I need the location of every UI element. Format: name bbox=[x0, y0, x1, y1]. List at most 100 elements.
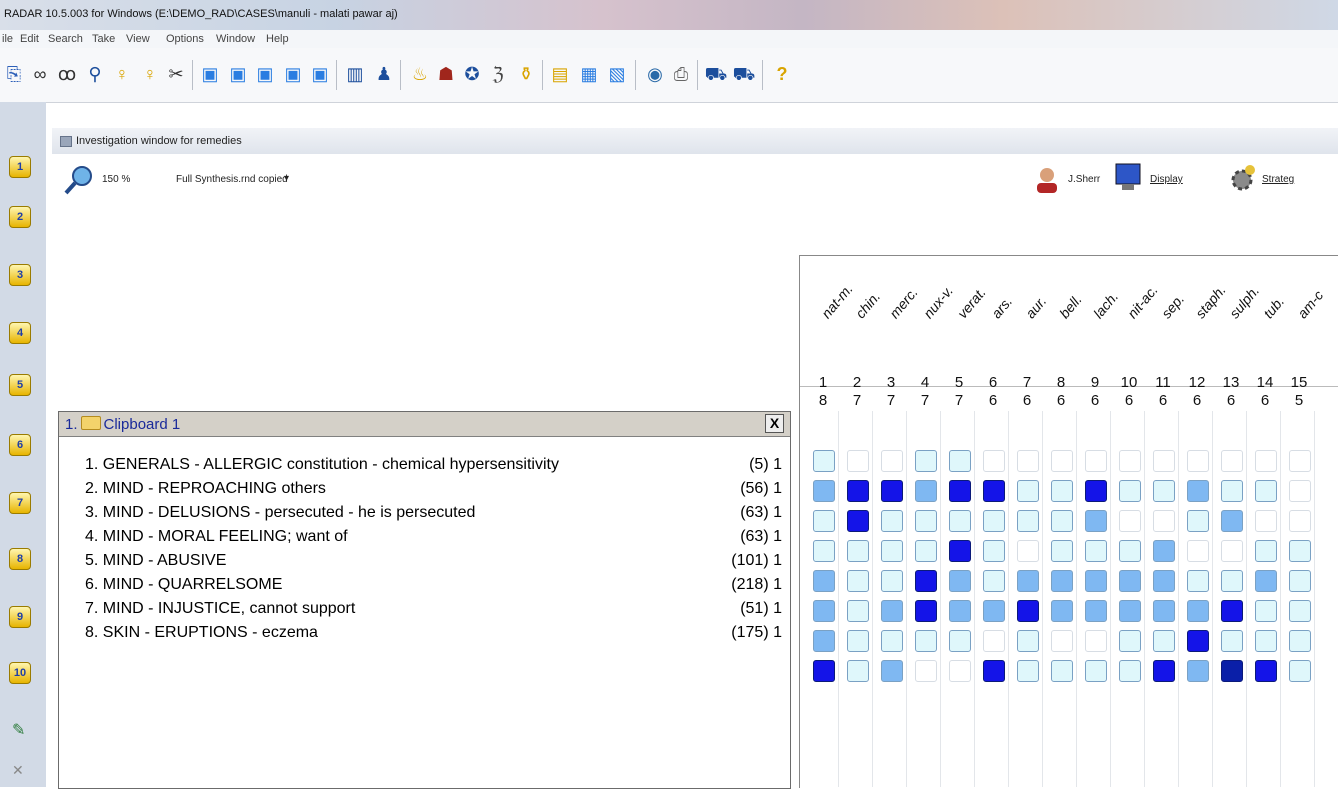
grade-cell[interactable] bbox=[1085, 630, 1107, 652]
grade-cell[interactable] bbox=[1255, 480, 1277, 502]
grade-cell[interactable] bbox=[1221, 450, 1243, 472]
grade-cell[interactable] bbox=[813, 510, 835, 532]
rubric-row[interactable]: 3. MIND - DELUSIONS - persecuted - he is… bbox=[85, 504, 475, 522]
grade-cell[interactable] bbox=[813, 570, 835, 592]
globe-icon[interactable]: ◉ bbox=[643, 62, 667, 86]
grade-cell[interactable] bbox=[1153, 450, 1175, 472]
grade-cell[interactable] bbox=[1051, 600, 1073, 622]
grade-cell[interactable] bbox=[949, 570, 971, 592]
hat-icon[interactable]: ☗ bbox=[434, 62, 458, 86]
question-bulb-icon[interactable]: ♀ bbox=[138, 62, 162, 86]
grade-cell[interactable] bbox=[1017, 480, 1039, 502]
grade-cell[interactable] bbox=[949, 480, 971, 502]
sidebar-clipboard-5[interactable]: 5 bbox=[9, 374, 31, 396]
tool-icon[interactable]: ✕ bbox=[12, 762, 24, 779]
grade-cell[interactable] bbox=[1051, 570, 1073, 592]
grade-cell[interactable] bbox=[1255, 660, 1277, 682]
grade-cell[interactable] bbox=[1221, 510, 1243, 532]
cars-2-icon[interactable]: ⛟ bbox=[732, 62, 756, 86]
grade-cell[interactable] bbox=[915, 450, 937, 472]
grade-cell[interactable] bbox=[915, 660, 937, 682]
grade-cell[interactable] bbox=[1153, 600, 1175, 622]
grade-cell[interactable] bbox=[1017, 540, 1039, 562]
grade-cell[interactable] bbox=[1187, 450, 1209, 472]
grade-cell[interactable] bbox=[1221, 630, 1243, 652]
grade-cell[interactable] bbox=[915, 510, 937, 532]
rubric-row[interactable]: 7. MIND - INJUSTICE, cannot support bbox=[85, 600, 355, 618]
sidebar-clipboard-8[interactable]: 8 bbox=[9, 548, 31, 570]
grade-cell[interactable] bbox=[1187, 510, 1209, 532]
grade-cell[interactable] bbox=[881, 570, 903, 592]
grade-cell[interactable] bbox=[1187, 570, 1209, 592]
display-icon[interactable] bbox=[1114, 162, 1144, 194]
strategy-button[interactable]: Strateg bbox=[1262, 174, 1294, 185]
grade-cell[interactable] bbox=[915, 600, 937, 622]
sidebar-clipboard-6[interactable]: 6 bbox=[9, 434, 31, 456]
grade-cell[interactable] bbox=[881, 630, 903, 652]
grade-cell[interactable] bbox=[813, 600, 835, 622]
menu-view[interactable]: View bbox=[126, 33, 150, 45]
grade-cell[interactable] bbox=[1051, 630, 1073, 652]
grade-cell[interactable] bbox=[1119, 510, 1141, 532]
grade-cell[interactable] bbox=[949, 660, 971, 682]
chart-icon[interactable]: ▥ bbox=[343, 62, 367, 86]
rubric-row[interactable]: 6. MIND - QUARRELSOME bbox=[85, 576, 282, 594]
grade-cell[interactable] bbox=[1051, 480, 1073, 502]
grade-cell[interactable] bbox=[1119, 540, 1141, 562]
book-icon[interactable]: ▤ bbox=[548, 62, 572, 86]
grade-cell[interactable] bbox=[983, 450, 1005, 472]
menu-edit[interactable]: Edit bbox=[20, 33, 39, 45]
grade-cell[interactable] bbox=[881, 480, 903, 502]
binoculars-icon[interactable]: ∞ bbox=[28, 62, 52, 86]
grade-cell[interactable] bbox=[1153, 480, 1175, 502]
rubric-row[interactable]: 2. MIND - REPROACHING others bbox=[85, 480, 326, 498]
grade-cell[interactable] bbox=[1187, 630, 1209, 652]
grade-cell[interactable] bbox=[813, 450, 835, 472]
grade-cell[interactable] bbox=[1187, 480, 1209, 502]
grade-cell[interactable] bbox=[1289, 480, 1311, 502]
pen-icon[interactable]: ✎ bbox=[12, 720, 25, 740]
menu-search[interactable]: Search bbox=[48, 33, 83, 45]
grade-cell[interactable] bbox=[1085, 660, 1107, 682]
rubric-row[interactable]: 8. SKIN - ERUPTIONS - eczema bbox=[85, 624, 318, 642]
grade-cell[interactable] bbox=[1153, 510, 1175, 532]
grade-cell[interactable] bbox=[1085, 540, 1107, 562]
glasses-icon[interactable]: ꝏ bbox=[55, 62, 79, 86]
user-avatar-icon[interactable] bbox=[1034, 166, 1060, 194]
clipboard-2-icon[interactable]: ▣ bbox=[226, 62, 250, 86]
synthesis-selector[interactable]: Full Synthesis.rnd copied bbox=[176, 174, 288, 185]
rubric-row[interactable]: 5. MIND - ABUSIVE bbox=[85, 552, 226, 570]
menu-help[interactable]: Help bbox=[266, 33, 289, 45]
grade-cell[interactable] bbox=[1255, 630, 1277, 652]
zoom-level[interactable]: 150 % bbox=[102, 174, 130, 185]
grade-cell[interactable] bbox=[847, 450, 869, 472]
grade-cell[interactable] bbox=[949, 600, 971, 622]
grade-cell[interactable] bbox=[1119, 480, 1141, 502]
grade-cell[interactable] bbox=[847, 480, 869, 502]
bottle-icon[interactable]: ⚱ bbox=[514, 62, 538, 86]
sidebar-clipboard-1[interactable]: 1 bbox=[9, 156, 31, 178]
grade-cell[interactable] bbox=[847, 600, 869, 622]
grade-cell[interactable] bbox=[1289, 660, 1311, 682]
clipboard-5-icon[interactable]: ▣ bbox=[308, 62, 332, 86]
sidebar-clipboard-3[interactable]: 3 bbox=[9, 264, 31, 286]
grade-cell[interactable] bbox=[813, 630, 835, 652]
grade-cell[interactable] bbox=[983, 630, 1005, 652]
grade-cell[interactable] bbox=[1289, 630, 1311, 652]
sidebar-clipboard-7[interactable]: 7 bbox=[9, 492, 31, 514]
grade-cell[interactable] bbox=[1221, 540, 1243, 562]
magnifier-icon[interactable]: ⚲ bbox=[83, 62, 107, 86]
sidebar-clipboard-9[interactable]: 9 bbox=[9, 606, 31, 628]
grade-cell[interactable] bbox=[983, 510, 1005, 532]
grade-cell[interactable] bbox=[1221, 660, 1243, 682]
gear-icon[interactable] bbox=[1228, 162, 1258, 194]
sidebar-clipboard-2[interactable]: 2 bbox=[9, 206, 31, 228]
cars-icon[interactable]: ⛟ bbox=[704, 62, 728, 86]
grade-cell[interactable] bbox=[1119, 600, 1141, 622]
grade-cell[interactable] bbox=[1221, 480, 1243, 502]
grade-cell[interactable] bbox=[881, 600, 903, 622]
chevron-down-icon[interactable]: ▾ bbox=[284, 173, 289, 184]
family-icon[interactable]: ♟ bbox=[372, 62, 396, 86]
grade-cell[interactable] bbox=[1085, 450, 1107, 472]
grade-cell[interactable] bbox=[1017, 600, 1039, 622]
